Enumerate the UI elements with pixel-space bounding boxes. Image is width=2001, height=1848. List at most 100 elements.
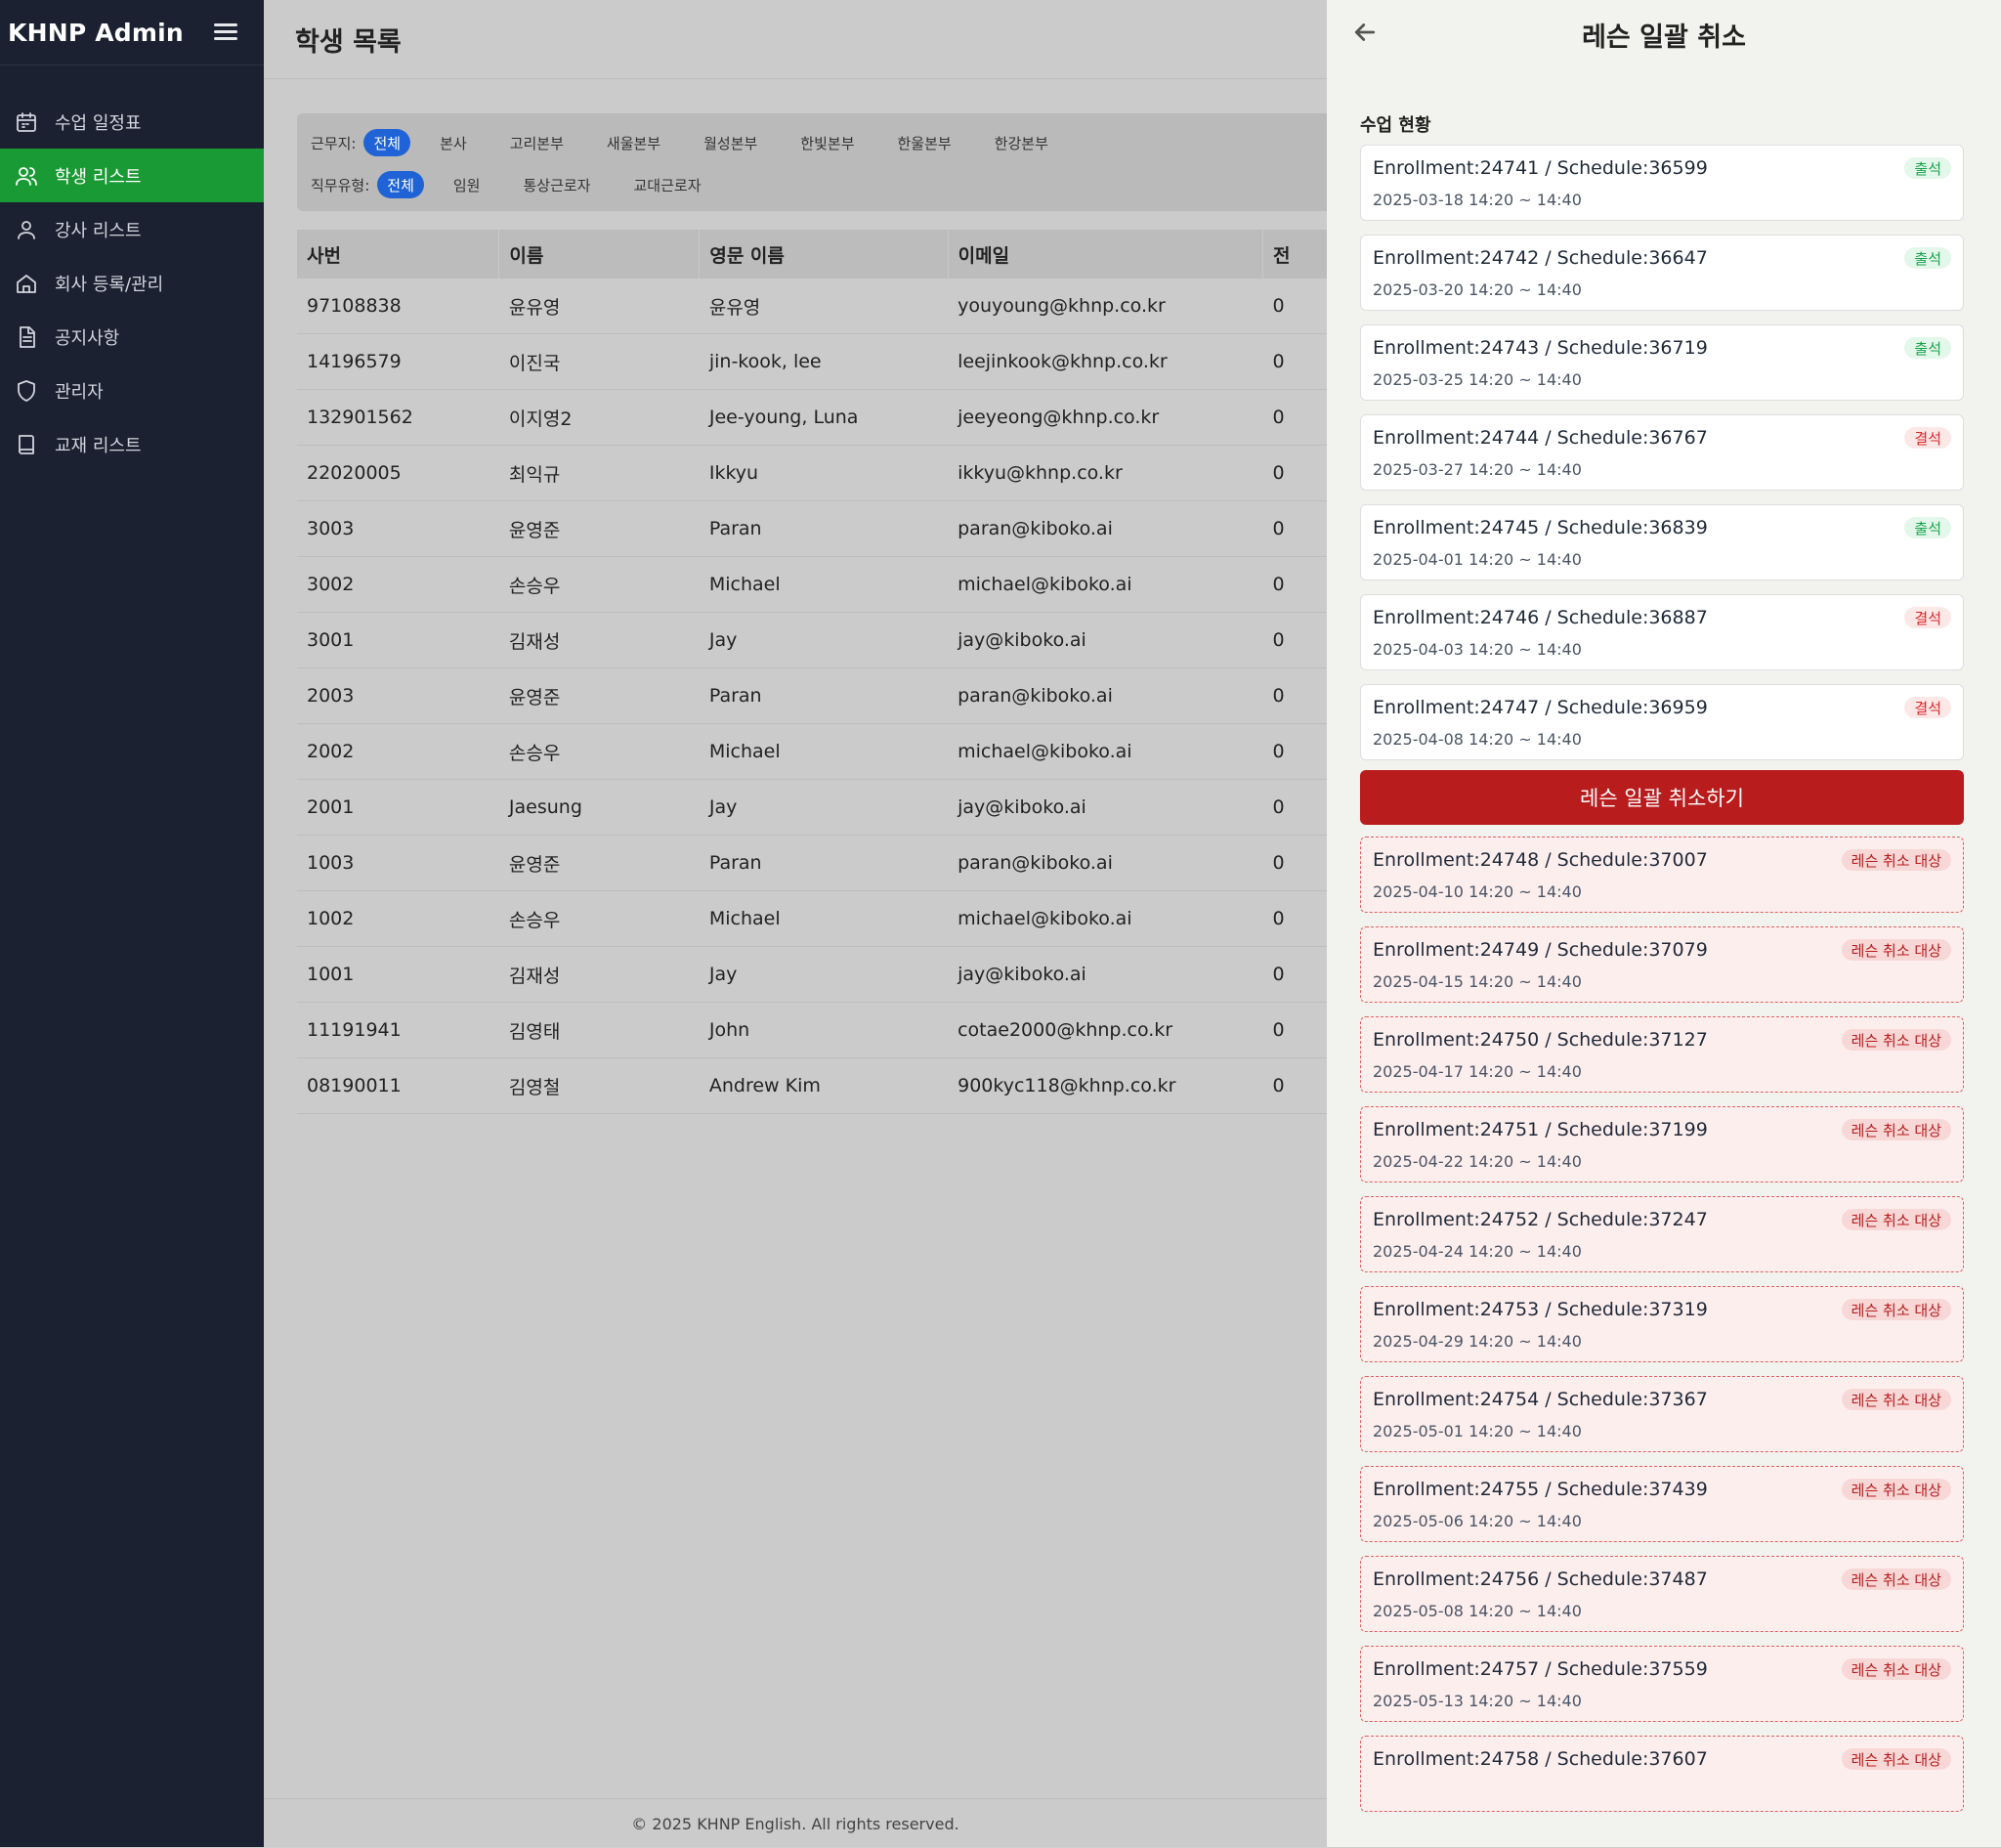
table-row[interactable]: 1001 김재성 Jay jay@kiboko.ai 0 bbox=[297, 946, 1372, 1003]
table-cell: Paran bbox=[699, 500, 949, 557]
location-chip[interactable]: 새울본부 bbox=[593, 129, 674, 156]
cancel-target-card[interactable]: Enrollment:24758 / Schedule:37607 레슨 취소 대… bbox=[1360, 1736, 1964, 1812]
lesson-card[interactable]: Enrollment:24743 / Schedule:36719 2025-03… bbox=[1360, 324, 1964, 401]
table-cell: ikkyu@khnp.co.kr bbox=[948, 445, 1263, 501]
lesson-title: Enrollment:24746 / Schedule:36887 bbox=[1373, 607, 1708, 628]
cancel-target-card[interactable]: Enrollment:24748 / Schedule:37007 2025-04… bbox=[1360, 837, 1964, 913]
lesson-title: Enrollment:24758 / Schedule:37607 bbox=[1373, 1748, 1708, 1770]
document-icon bbox=[14, 324, 39, 350]
sidebar-item-label: 학생 리스트 bbox=[55, 166, 142, 188]
table-cell: 윤영준 bbox=[498, 667, 700, 724]
cancel-target-card[interactable]: Enrollment:24756 / Schedule:37487 2025-05… bbox=[1360, 1556, 1964, 1632]
table-row[interactable]: 14196579 이진국 jin-kook, lee leejinkook@khnp.… bbox=[297, 333, 1372, 390]
cancel-target-card[interactable]: Enrollment:24757 / Schedule:37559 2025-05… bbox=[1360, 1646, 1964, 1722]
lesson-date: 2025-05-08 14:20 ~ 14:40 bbox=[1373, 1602, 1582, 1620]
table-row[interactable]: 2003 윤영준 Paran paran@kiboko.ai 0 bbox=[297, 667, 1372, 724]
lesson-title: Enrollment:24745 / Schedule:36839 bbox=[1373, 517, 1708, 538]
cancel-target-card[interactable]: Enrollment:24749 / Schedule:37079 2025-04… bbox=[1360, 926, 1964, 1003]
lesson-title: Enrollment:24743 / Schedule:36719 bbox=[1373, 337, 1708, 359]
table-cell: 손승우 bbox=[498, 723, 700, 780]
table-cell: 3002 bbox=[297, 556, 499, 613]
location-chip[interactable]: 한강본부 bbox=[981, 129, 1062, 156]
table-row[interactable]: 2001 Jaesung Jay jay@kiboko.ai 0 bbox=[297, 779, 1372, 836]
lesson-date: 2025-05-13 14:20 ~ 14:40 bbox=[1373, 1692, 1582, 1710]
sidebar-item-students[interactable]: 학생 리스트 bbox=[0, 149, 264, 202]
column-header[interactable]: 이메일 bbox=[948, 230, 1263, 279]
jobtype-chip[interactable]: 임원 bbox=[440, 171, 494, 198]
location-chip[interactable]: 한울본부 bbox=[884, 129, 965, 156]
lesson-card[interactable]: Enrollment:24744 / Schedule:36767 2025-03… bbox=[1360, 414, 1964, 491]
jobtype-chip[interactable]: 교대근로자 bbox=[620, 171, 715, 198]
table-row[interactable]: 22020005 최익규 Ikkyu ikkyu@khnp.co.kr 0 bbox=[297, 445, 1372, 501]
sidebar-item-companies[interactable]: 회사 등록/관리 bbox=[0, 256, 264, 310]
table-row[interactable]: 3002 손승우 Michael michael@kiboko.ai 0 bbox=[297, 556, 1372, 613]
users-icon bbox=[14, 163, 39, 189]
status-badge: 출석 bbox=[1904, 157, 1951, 179]
location-chip[interactable]: 월성본부 bbox=[690, 129, 771, 156]
lesson-card[interactable]: Enrollment:24742 / Schedule:36647 2025-03… bbox=[1360, 235, 1964, 311]
location-chip[interactable]: 고리본부 bbox=[496, 129, 577, 156]
table-cell: Jee-young, Luna bbox=[699, 389, 949, 446]
bulk-cancel-button[interactable]: 레슨 일괄 취소하기 bbox=[1360, 770, 1964, 825]
lesson-title: Enrollment:24753 / Schedule:37319 bbox=[1373, 1299, 1708, 1320]
table-cell: 11191941 bbox=[297, 1002, 499, 1058]
status-badge: 레슨 취소 대상 bbox=[1841, 1479, 1951, 1500]
location-chip[interactable]: 본사 bbox=[426, 129, 481, 156]
table-row[interactable]: 08190011 김영철 Andrew Kim 900kyc118@khnp.co.k… bbox=[297, 1057, 1372, 1114]
status-badge: 레슨 취소 대상 bbox=[1841, 1119, 1951, 1140]
table-cell: 이진국 bbox=[498, 333, 700, 390]
sidebar-item-teachers[interactable]: 강사 리스트 bbox=[0, 202, 264, 256]
sidebar-item-label: 공지사항 bbox=[55, 327, 120, 349]
location-chip[interactable]: 한빛본부 bbox=[787, 129, 868, 156]
sidebar: KHNP Admin 수업 일정표 학생 리스트 강사 리스트 회사 등록/관리… bbox=[0, 0, 264, 1847]
table-row[interactable]: 3001 김재성 Jay jay@kiboko.ai 0 bbox=[297, 612, 1372, 668]
cancel-target-card[interactable]: Enrollment:24752 / Schedule:37247 2025-04… bbox=[1360, 1196, 1964, 1272]
cancel-target-card[interactable]: Enrollment:24754 / Schedule:37367 2025-05… bbox=[1360, 1376, 1964, 1452]
table-cell: paran@kiboko.ai bbox=[948, 500, 1263, 557]
lesson-card[interactable]: Enrollment:24747 / Schedule:36959 2025-04… bbox=[1360, 684, 1964, 760]
table-cell: 08190011 bbox=[297, 1057, 499, 1114]
table-row[interactable]: 1003 윤영준 Paran paran@kiboko.ai 0 bbox=[297, 835, 1372, 891]
lesson-card[interactable]: Enrollment:24741 / Schedule:36599 2025-03… bbox=[1360, 145, 1964, 221]
cancel-target-card[interactable]: Enrollment:24751 / Schedule:37199 2025-04… bbox=[1360, 1106, 1964, 1182]
status-badge: 레슨 취소 대상 bbox=[1841, 1748, 1951, 1770]
table-row[interactable]: 3003 윤영준 Paran paran@kiboko.ai 0 bbox=[297, 500, 1372, 557]
table-cell: michael@kiboko.ai bbox=[948, 723, 1263, 780]
sidebar-nav: 수업 일정표 학생 리스트 강사 리스트 회사 등록/관리 공지사항 관리자 교… bbox=[0, 95, 264, 471]
panel-title: 레슨 일괄 취소 bbox=[1582, 22, 1746, 53]
table-cell: Paran bbox=[699, 835, 949, 891]
column-header[interactable]: 영문 이름 bbox=[699, 230, 949, 279]
lesson-title: Enrollment:24744 / Schedule:36767 bbox=[1373, 427, 1708, 449]
sidebar-item-textbooks[interactable]: 교재 리스트 bbox=[0, 417, 264, 471]
hamburger-menu-icon[interactable] bbox=[211, 21, 240, 43]
table-cell: michael@kiboko.ai bbox=[948, 556, 1263, 613]
table-row[interactable]: 97108838 윤유영 윤유영 youyoung@khnp.co.kr 0 bbox=[297, 279, 1372, 334]
cancel-target-card[interactable]: Enrollment:24753 / Schedule:37319 2025-04… bbox=[1360, 1286, 1964, 1362]
jobtype-chip-all[interactable]: 전체 bbox=[377, 171, 424, 198]
table-cell: 이지영2 bbox=[498, 389, 700, 446]
table-cell: 1001 bbox=[297, 946, 499, 1003]
lesson-card[interactable]: Enrollment:24746 / Schedule:36887 2025-04… bbox=[1360, 594, 1964, 670]
location-chip-all[interactable]: 전체 bbox=[363, 129, 411, 156]
lesson-date: 2025-04-10 14:20 ~ 14:40 bbox=[1373, 882, 1582, 901]
table-cell: Andrew Kim bbox=[699, 1057, 949, 1114]
lesson-date: 2025-04-24 14:20 ~ 14:40 bbox=[1373, 1242, 1582, 1261]
sidebar-item-notices[interactable]: 공지사항 bbox=[0, 310, 264, 364]
lesson-card[interactable]: Enrollment:24745 / Schedule:36839 2025-04… bbox=[1360, 504, 1964, 580]
jobtype-chip[interactable]: 통상근로자 bbox=[509, 171, 604, 198]
table-cell: paran@kiboko.ai bbox=[948, 667, 1263, 724]
table-row[interactable]: 2002 손승우 Michael michael@kiboko.ai 0 bbox=[297, 723, 1372, 780]
cancel-target-card[interactable]: Enrollment:24750 / Schedule:37127 2025-04… bbox=[1360, 1016, 1964, 1093]
column-header[interactable]: 이름 bbox=[498, 230, 701, 279]
sidebar-item-schedule[interactable]: 수업 일정표 bbox=[0, 95, 264, 149]
table-row[interactable]: 11191941 김영태 John cotae2000@khnp.co.kr 0 bbox=[297, 1002, 1372, 1058]
table-row[interactable]: 132901562 이지영2 Jee-young, Luna jeeyeong@khn… bbox=[297, 389, 1372, 446]
table-row[interactable]: 1002 손승우 Michael michael@kiboko.ai 0 bbox=[297, 890, 1372, 947]
lesson-title: Enrollment:24751 / Schedule:37199 bbox=[1373, 1119, 1708, 1140]
column-header[interactable]: 사번 bbox=[297, 230, 500, 279]
table-cell: 손승우 bbox=[498, 890, 700, 947]
table-cell: michael@kiboko.ai bbox=[948, 890, 1263, 947]
lesson-date: 2025-04-03 14:20 ~ 14:40 bbox=[1373, 640, 1582, 659]
sidebar-item-admins[interactable]: 관리자 bbox=[0, 364, 264, 417]
cancel-target-card[interactable]: Enrollment:24755 / Schedule:37439 2025-05… bbox=[1360, 1466, 1964, 1542]
